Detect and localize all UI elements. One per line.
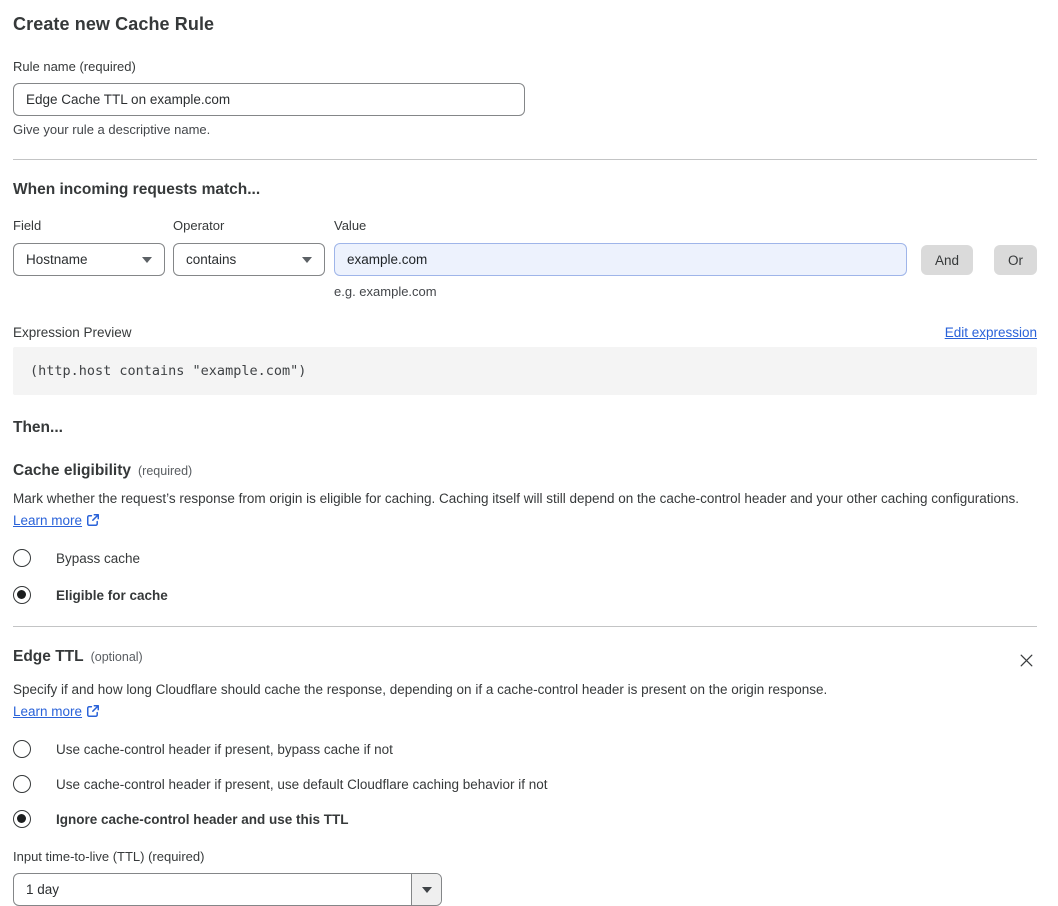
rule-name-input[interactable] <box>13 83 525 116</box>
section-divider <box>13 626 1037 627</box>
rule-name-block: Rule name (required) Give your rule a de… <box>13 58 1037 137</box>
cache-eligibility-description: Mark whether the request’s response from… <box>13 488 1037 531</box>
radio-unselected-icon <box>13 775 31 793</box>
match-heading: When incoming requests match... <box>13 181 261 198</box>
radio-selected-icon <box>13 810 31 828</box>
radio-ignore-header-use-ttl[interactable]: Ignore cache-control header and use this… <box>13 810 1037 828</box>
edge-ttl-description-text: Specify if and how long Cloudflare shoul… <box>13 682 828 697</box>
value-input[interactable] <box>334 243 907 276</box>
value-label: Value <box>334 218 367 233</box>
ttl-combobox[interactable]: 1 day <box>13 873 442 906</box>
expression-preview-row: Expression Preview Edit expression <box>13 325 1037 340</box>
ttl-dropdown-button[interactable] <box>411 874 441 905</box>
edge-ttl-header: Edge TTL (optional) <box>13 648 1037 671</box>
chevron-down-icon <box>142 256 152 263</box>
condition-buttons: And Or <box>920 245 1037 275</box>
close-edge-ttl-button[interactable] <box>1016 650 1037 671</box>
learn-more-link[interactable]: Learn more <box>13 513 82 528</box>
rule-name-label: Rule name (required) <box>13 59 136 74</box>
edge-ttl-title-row: Edge TTL (optional) <box>13 648 143 666</box>
cache-eligibility-header: Cache eligibility (required) <box>13 462 1037 480</box>
external-link-icon <box>87 704 100 717</box>
radio-unselected-icon <box>13 740 31 758</box>
field-column: Field Hostname <box>13 217 165 276</box>
ttl-label: Input time-to-live (TTL) (required) <box>13 849 205 864</box>
edge-ttl-options: Use cache-control header if present, byp… <box>13 740 1037 828</box>
expression-preview-label: Expression Preview <box>13 325 132 340</box>
or-button[interactable]: Or <box>994 245 1037 275</box>
radio-bypass-cache[interactable]: Bypass cache <box>13 549 1037 567</box>
operator-select[interactable]: contains <box>173 243 325 276</box>
edge-ttl-description: Specify if and how long Cloudflare shoul… <box>13 679 851 722</box>
chevron-down-icon <box>302 256 312 263</box>
ttl-combobox-value: 1 day <box>26 882 60 897</box>
operator-label: Operator <box>173 218 225 233</box>
cache-eligibility-required-badge: (required) <box>138 464 193 478</box>
edit-expression-link[interactable]: Edit expression <box>945 325 1037 340</box>
ttl-input-block: Input time-to-live (TTL) (required) 1 da… <box>13 848 1037 906</box>
value-column: Value e.g. example.com <box>334 217 907 299</box>
edge-ttl-title: Edge TTL <box>13 648 84 665</box>
radio-use-header-default[interactable]: Use cache-control header if present, use… <box>13 775 1037 793</box>
operator-column: Operator contains <box>173 217 325 276</box>
create-cache-rule-form: Create new Cache Rule Rule name (require… <box>0 0 1058 906</box>
chevron-down-icon <box>421 886 432 893</box>
radio-unselected-icon <box>13 549 31 567</box>
field-select-value: Hostname <box>26 252 88 267</box>
operator-select-value: contains <box>186 252 237 267</box>
cache-eligibility-description-text: Mark whether the request’s response from… <box>13 491 1020 506</box>
match-condition-row: Field Hostname Operator contains Value e… <box>13 217 1037 299</box>
cache-eligibility-options: Bypass cache Eligible for cache <box>13 549 1037 604</box>
edge-ttl-optional-badge: (optional) <box>90 650 143 664</box>
value-helper: e.g. example.com <box>334 284 437 299</box>
field-select[interactable]: Hostname <box>13 243 165 276</box>
cache-eligibility-title: Cache eligibility <box>13 462 132 479</box>
and-button[interactable]: And <box>920 245 973 275</box>
close-icon <box>1020 654 1033 667</box>
radio-selected-icon <box>13 586 31 604</box>
rule-name-helper: Give your rule a descriptive name. <box>13 122 211 137</box>
radio-use-header-bypass[interactable]: Use cache-control header if present, byp… <box>13 740 1037 758</box>
section-divider <box>13 159 1037 160</box>
expression-code: (http.host contains "example.com") <box>13 347 1037 395</box>
external-link-icon <box>87 513 100 526</box>
learn-more-link[interactable]: Learn more <box>13 704 82 719</box>
field-label: Field <box>13 218 42 233</box>
then-heading: Then... <box>13 419 63 436</box>
radio-eligible-for-cache[interactable]: Eligible for cache <box>13 586 1037 604</box>
page-title: Create new Cache Rule <box>13 14 215 34</box>
